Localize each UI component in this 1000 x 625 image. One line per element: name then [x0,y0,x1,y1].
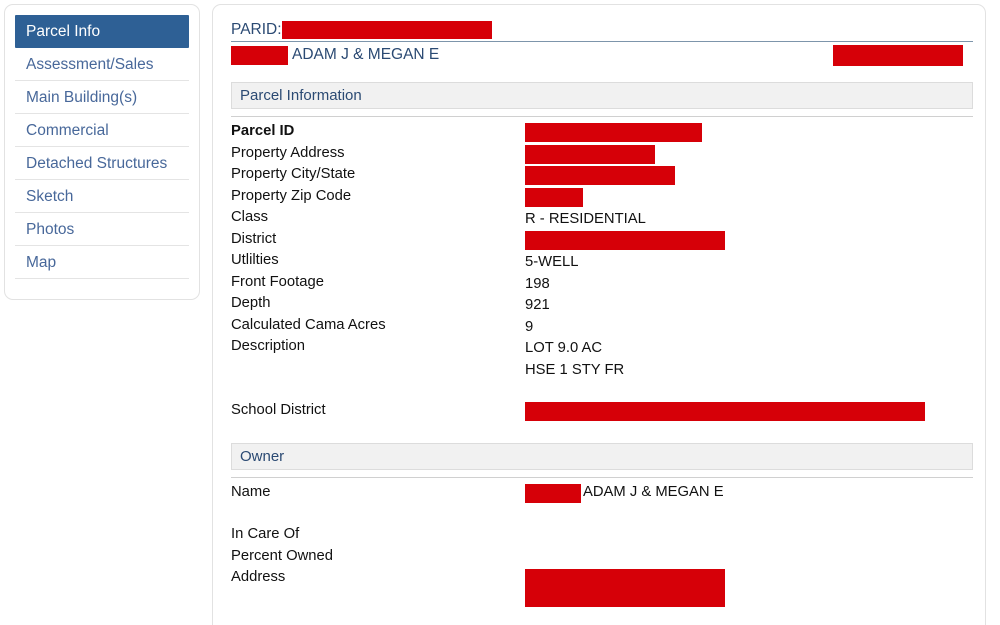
field-row: Front Footage 198 [231,274,973,296]
header-right-redaction [833,45,963,66]
sidebar-item-photos[interactable]: Photos [15,213,189,246]
field-label: Description [231,338,306,354]
section-divider-owner [231,476,973,478]
field-label: Utlilties [231,252,279,268]
field-row: District [231,230,973,253]
field-value-line: 921 [525,297,550,313]
field-row: Depth 921 [231,295,973,317]
field-label: Calculated Cama Acres [231,316,386,333]
field-label: Class [231,209,268,225]
field-row: Property City/State [231,166,973,188]
sidebar-item-detached-structures[interactable]: Detached Structures [15,147,189,180]
field-value: 198 [525,274,550,296]
owner-fields: Name ADAM J & MEGAN E In Care Of Percent Ow… [231,483,973,607]
parid-value-redaction [281,21,492,39]
field-row: Property Address [231,144,973,167]
section-header-owner: Owner [231,442,973,470]
redaction-bar [525,166,675,185]
owner-name-redaction [525,483,581,503]
field-value-line: R - RESIDENTIAL [525,211,646,227]
field-value-line: LOT 9.0 AC [525,340,603,356]
field-row: Class R - RESIDENTIAL [231,209,973,231]
field-value-line: HSE 1 STY FR [525,361,625,378]
field-label: Parcel ID [231,123,295,139]
sidebar-item-sketch[interactable]: Sketch [15,180,189,213]
field-value-line: 198 [525,275,550,292]
field-value: R - RESIDENTIAL [525,209,646,231]
redaction-bar [525,187,583,207]
parid-row: PARID: [231,19,973,41]
field-label: Property Zip Code [231,187,352,204]
parcel-info-page: Parcel Info Assessment/Sales Main Building… [0,0,1000,625]
field-row: In Care Of [231,526,973,548]
header-owner-name: ADAM J & MEGAN E [292,46,440,63]
field-value: 9 [525,317,533,339]
redaction-bar [525,144,655,164]
field-label: Address [231,569,286,585]
field-label: District [231,230,277,247]
field-label: Front Footage [231,273,324,290]
parid-label: PARID: [231,21,282,38]
field-label: Name [231,483,271,500]
field-row: Address [231,569,973,607]
parcel-information-fields: Parcel ID Property Address Property City/S… [231,123,973,424]
field-value-line: 5-WELL [525,254,579,270]
field-row: Utlilties 5-WELL [231,252,973,274]
owner-name-value: ADAM J & MEGAN E [583,483,724,500]
field-label: In Care Of [231,526,300,542]
field-label: Property Address [231,144,345,161]
field-value: 5-WELL [525,252,578,274]
field-label: Property City/State [231,166,356,182]
sidebar-item-commercial[interactable]: Commercial [15,114,189,147]
redaction-bar [525,123,702,142]
field-row: Property Zip Code [231,187,973,210]
redaction-bar [525,230,725,250]
field-row: School District [231,402,973,424]
field-value: 921 [525,295,550,317]
field-value: LOT 9.0 AC HSE 1 STY FR [525,338,624,381]
sidebar-item-parcel-info[interactable]: Parcel Info [15,15,189,48]
sidebar-nav-list: Parcel Info Assessment/Sales Main Building… [15,15,189,279]
owner-name-row: Name ADAM J & MEGAN E [231,483,973,506]
sidebar: Parcel Info Assessment/Sales Main Building… [4,4,200,300]
owner-name-header-row: ADAM J & MEGAN E [231,41,973,67]
field-row: Calculated Cama Acres 9 [231,317,973,339]
redaction-bar [525,402,925,421]
row-spacer [231,505,973,526]
main-panel: PARID: ADAM J & MEGAN E Parcel Informati… [212,4,986,625]
sidebar-item-main-building-s[interactable]: Main Building(s) [15,81,189,114]
field-label: Depth [231,295,271,311]
field-label: Percent Owned [231,547,333,564]
section-divider-parcel-information [231,116,973,117]
field-row: Description LOT 9.0 AC HSE 1 STY FR [231,338,973,381]
field-label: School District [231,402,326,418]
sidebar-item-assessment-sales[interactable]: Assessment/Sales [15,48,189,81]
field-row: Parcel ID [231,123,973,145]
field-value-line: 9 [525,318,534,335]
sidebar-item-map[interactable]: Map [15,246,189,279]
redaction-bar [525,569,725,607]
owner-prefix-redaction [231,45,288,65]
field-row: Percent Owned [231,548,973,570]
section-header-parcel-information: Parcel Information [231,82,973,109]
row-spacer [231,381,973,402]
